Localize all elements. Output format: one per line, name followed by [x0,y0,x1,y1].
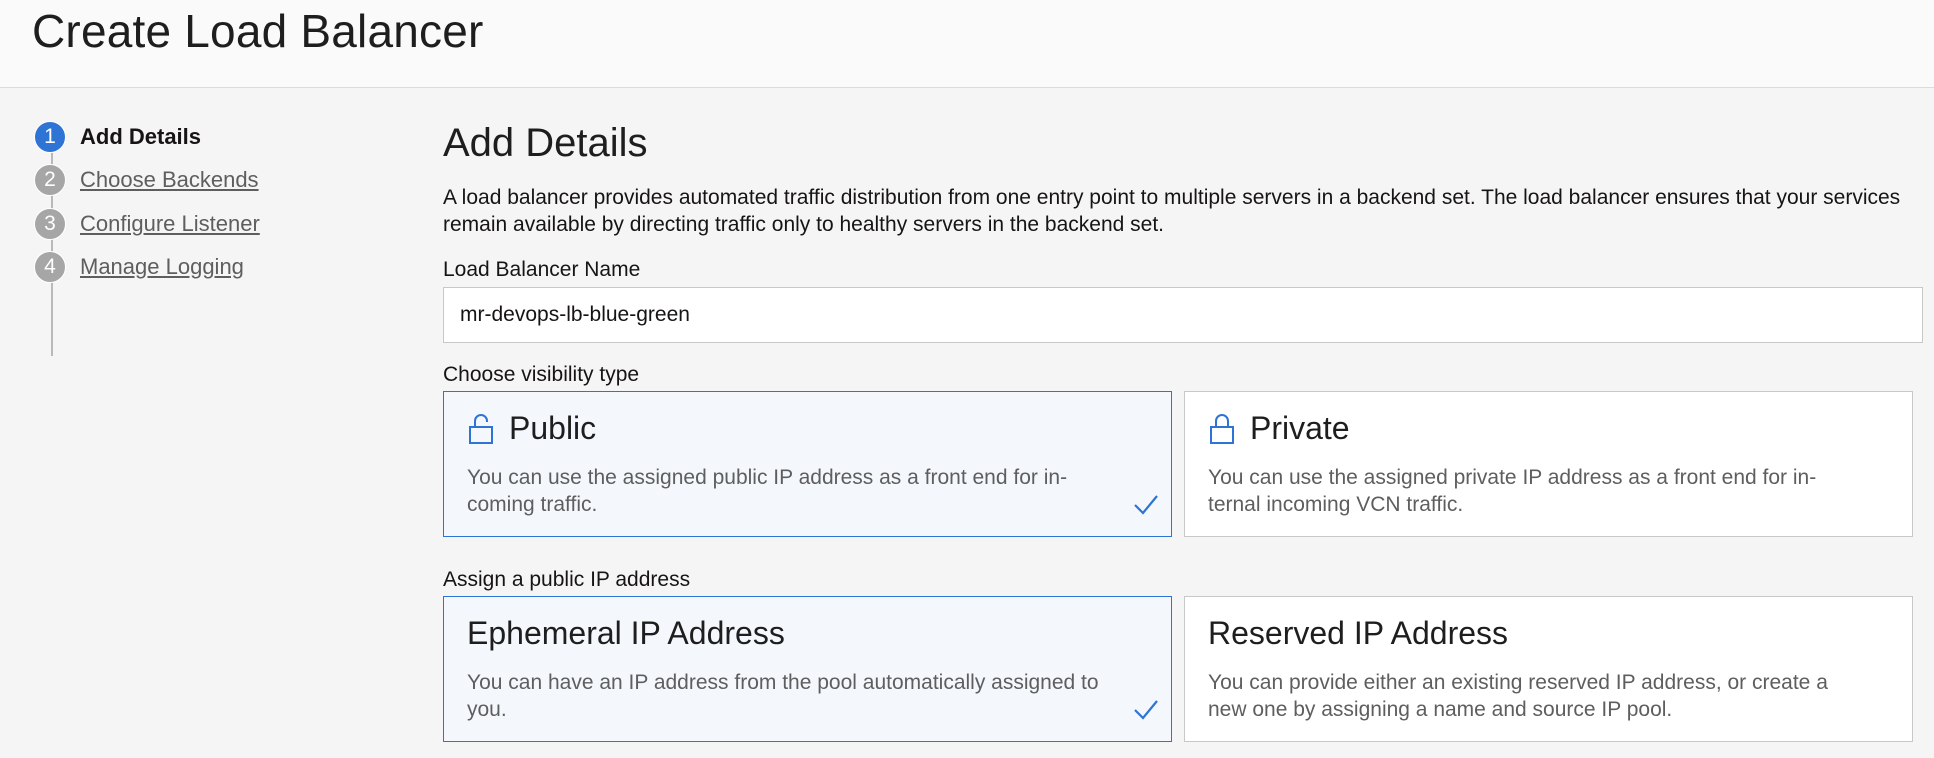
step-choose-backends[interactable]: 2 Choose Backends [34,163,259,197]
card-description: You can have an IP address from the pool… [467,671,1099,721]
card-title: Private [1250,410,1350,446]
check-icon [1134,495,1158,515]
ip-option-reserved[interactable]: Reserved IP Address You can provide eith… [1184,596,1913,742]
step-add-details[interactable]: 1 Add Details [34,120,201,154]
step-number-badge: 2 [34,164,66,196]
main-content: Add Details A load balancer provides aut… [443,118,1924,742]
card-description: You can provide either an existing reser… [1208,671,1828,721]
card-description: You can use the assigned private IP addr… [1208,466,1817,516]
step-label[interactable]: Choose Backends [80,167,259,193]
name-field-label: Load Balancer Name [443,258,641,281]
card-title-row: Ephemeral IP Address [467,615,785,652]
step-label[interactable]: Configure Listener [80,211,260,237]
card-title: Ephemeral IP Address [467,615,785,651]
page-header: Create Load Balancer [0,0,1934,88]
step-label[interactable]: Manage Logging [80,254,244,280]
card-title-row: Public [467,410,596,447]
visibility-option-private[interactable]: Private You can use the assigned private… [1184,391,1913,537]
step-configure-listener[interactable]: 3 Configure Listener [34,207,260,241]
public-ip-label: Assign a public IP address [443,568,691,591]
card-title-row: Private [1208,410,1350,447]
step-label: Add Details [80,124,202,149]
card-title: Public [509,410,597,446]
section-title: Add Details [443,121,648,165]
check-icon [1134,700,1158,720]
step-number-badge: 1 [34,121,66,153]
step-manage-logging[interactable]: 4 Manage Logging [34,250,244,284]
step-number-badge: 4 [34,251,66,283]
visibility-option-public[interactable]: Public You can use the assigned public I… [443,391,1172,537]
load-balancer-name-input[interactable] [443,287,1923,343]
step-number-badge: 3 [34,208,66,240]
card-title-row: Reserved IP Address [1208,615,1508,652]
locked-icon [1210,413,1234,444]
ip-option-ephemeral[interactable]: Ephemeral IP Address You can have an IP … [443,596,1172,742]
unlocked-icon [469,413,493,444]
visibility-label: Choose visibility type [443,363,640,386]
card-description: You can use the assigned public IP addre… [467,466,1068,516]
section-description: A load balancer provides automated traff… [443,186,1901,236]
page-title: Create Load Balancer [32,5,484,57]
card-title: Reserved IP Address [1208,615,1509,651]
